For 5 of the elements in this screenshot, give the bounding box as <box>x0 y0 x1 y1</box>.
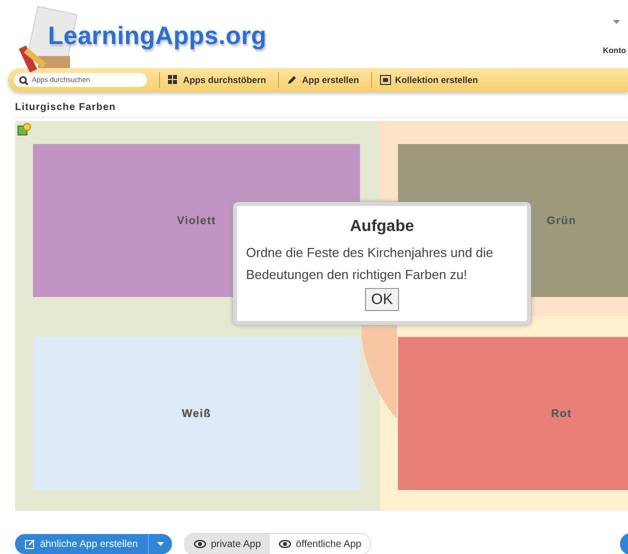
app-title: Liturgische Farben <box>15 102 628 118</box>
card-label: Weiß <box>182 408 212 420</box>
card-label: Grün <box>546 214 576 226</box>
card-label: Violett <box>176 214 216 226</box>
card-label: Rot <box>551 408 572 420</box>
